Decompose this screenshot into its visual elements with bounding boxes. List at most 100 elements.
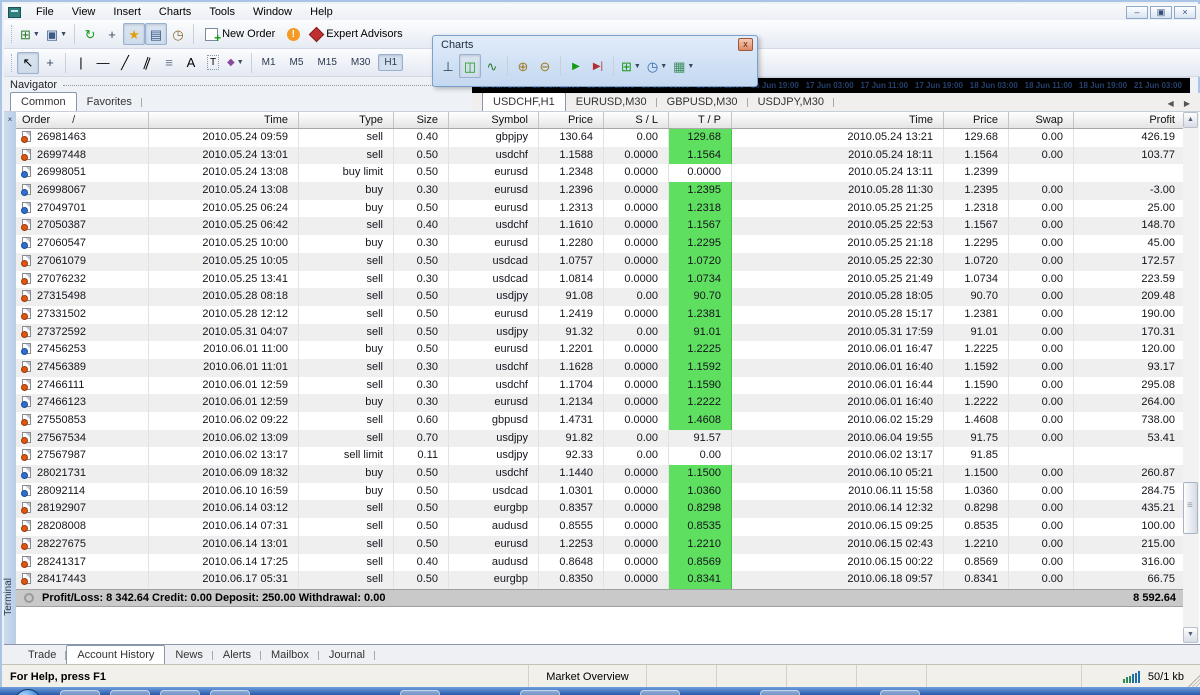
taskbar-button[interactable] (760, 690, 800, 695)
charts-palette-titlebar[interactable]: Charts x (433, 36, 757, 53)
data-window-button[interactable]: + (101, 23, 123, 45)
terminal-tab[interactable]: News (165, 647, 213, 664)
table-row[interactable]: 28241317 2010.06.14 17:25 sell 0.40 audu… (16, 554, 1186, 572)
table-row[interactable]: 27550853 2010.06.02 09:22 sell 0.60 gbpu… (16, 412, 1186, 430)
chart-tab[interactable]: EURUSD,M30 (566, 94, 657, 111)
column-header-type[interactable]: Type (299, 112, 394, 128)
new-chart-button[interactable]: ⊞▼ (17, 23, 43, 45)
chart-tab[interactable]: USDJPY,M30 (748, 94, 834, 111)
text-label-button[interactable]: T (202, 52, 224, 74)
table-row[interactable]: 28092114 2010.06.10 16:59 buy 0.50 usdca… (16, 483, 1186, 501)
table-row[interactable]: 27466111 2010.06.01 12:59 sell 0.30 usdc… (16, 377, 1186, 395)
table-row[interactable]: 27456389 2010.06.01 11:01 sell 0.30 usdc… (16, 359, 1186, 377)
chart-tab[interactable]: USDCHF,H1 (482, 92, 566, 111)
metaeditor-button[interactable]: ! (282, 23, 304, 45)
table-row[interactable]: 27456253 2010.06.01 11:00 buy 0.50 eurus… (16, 341, 1186, 359)
text-tool-button[interactable]: A (180, 52, 202, 74)
toolbar-grip[interactable] (11, 25, 14, 43)
market-watch-button[interactable]: ↻ (79, 23, 101, 45)
arrows-tool-button[interactable]: ◆▼ (224, 52, 247, 74)
column-header-profit[interactable]: Profit (1074, 112, 1186, 128)
column-header-symbol[interactable]: Symbol (449, 112, 539, 128)
fibonacci-button[interactable]: ≡ (158, 52, 180, 74)
taskbar-button[interactable] (520, 690, 560, 695)
timeframe-button[interactable]: M30 (345, 54, 376, 71)
table-row[interactable]: 26998067 2010.05.24 13:08 buy 0.30 eurus… (16, 182, 1186, 200)
menu-item[interactable]: Charts (150, 5, 200, 19)
vertical-line-button[interactable]: | (70, 52, 92, 74)
column-header-size[interactable]: Size (394, 112, 449, 128)
candlestick-button[interactable]: ◫ (459, 54, 481, 78)
table-row[interactable]: 27567534 2010.06.02 13:09 sell 0.70 usdj… (16, 430, 1186, 448)
charts-palette[interactable]: Charts x ⊥ ◫ ∿ ⊕ ⊖ ▶ ▶| ⊞▼ ◷▼ ▦▼ (432, 35, 758, 87)
profiles-button[interactable]: ▣▼ (43, 23, 70, 45)
scroll-up-icon[interactable]: ▲ (1183, 112, 1198, 128)
terminal-tab[interactable]: Mailbox (261, 647, 319, 664)
table-row[interactable]: 27567987 2010.06.02 13:17 sell limit 0.1… (16, 447, 1186, 465)
auto-scroll-button[interactable]: ▶ (565, 54, 587, 78)
terminal-tab[interactable]: Journal (319, 647, 375, 664)
cursor-tool-button[interactable]: ↖ (17, 52, 39, 74)
templates-button[interactable]: ▦▼ (670, 54, 697, 78)
restore-button[interactable]: ▣ (1150, 6, 1172, 19)
column-header-close-time[interactable]: Time (732, 112, 944, 128)
taskbar-button[interactable] (210, 690, 250, 695)
column-header-order[interactable]: Order / (16, 112, 149, 128)
scrollbar-thumb[interactable] (1183, 482, 1198, 534)
chart-shift-button[interactable]: ▶| (587, 54, 609, 78)
new-order-button[interactable]: New Order (198, 25, 282, 44)
column-header-open-time[interactable]: Time (149, 112, 299, 128)
minimize-button[interactable]: – (1126, 6, 1148, 19)
close-button[interactable]: × (1174, 6, 1196, 19)
line-chart-button[interactable]: ∿ (481, 54, 503, 78)
table-row[interactable]: 27076232 2010.05.25 13:41 sell 0.30 usdc… (16, 271, 1186, 289)
taskbar-button[interactable] (160, 690, 200, 695)
strategy-tester-button[interactable]: ◷ (167, 23, 189, 45)
zoom-in-button[interactable]: ⊕ (512, 54, 534, 78)
table-row[interactable]: 27466123 2010.06.01 12:59 buy 0.30 eurus… (16, 394, 1186, 412)
trendline-button[interactable]: ╱ (114, 52, 136, 74)
column-header-open-price[interactable]: Price (539, 112, 604, 128)
tab-scroll-arrows[interactable]: ◀ ▶ (1167, 99, 1200, 111)
table-row[interactable]: 28208008 2010.06.14 07:31 sell 0.50 audu… (16, 518, 1186, 536)
navigator-tab[interactable]: Favorites (77, 94, 142, 111)
table-row[interactable]: 28021731 2010.06.09 18:32 buy 0.50 usdch… (16, 465, 1186, 483)
taskbar-button[interactable] (640, 690, 680, 695)
timeframe-button[interactable]: H1 (378, 54, 403, 71)
column-header-swap[interactable]: Swap (1009, 112, 1074, 128)
terminal-tab[interactable]: Account History (66, 645, 165, 664)
timeframe-button[interactable]: M15 (311, 54, 342, 71)
chart-tab[interactable]: GBPUSD,M30 (657, 94, 748, 111)
menu-item[interactable]: Tools (200, 5, 244, 19)
horizontal-line-button[interactable]: — (92, 52, 114, 74)
terminal-close-icon[interactable]: × (5, 115, 15, 125)
vertical-scrollbar[interactable]: ▲ ▼ (1183, 112, 1199, 643)
menu-item[interactable]: File (27, 5, 63, 19)
table-row[interactable]: 28227675 2010.06.14 13:01 sell 0.50 euru… (16, 536, 1186, 554)
table-row[interactable]: 28417443 2010.06.17 05:31 sell 0.50 eurg… (16, 571, 1186, 589)
table-row[interactable]: 27049701 2010.05.25 06:24 buy 0.50 eurus… (16, 200, 1186, 218)
toolbar-grip[interactable] (11, 54, 14, 72)
timeframe-button[interactable]: M1 (256, 54, 282, 71)
taskbar-button[interactable] (880, 690, 920, 695)
terminal-tab[interactable]: Alerts (213, 647, 261, 664)
menu-item[interactable]: Insert (104, 5, 150, 19)
table-row[interactable]: 26997448 2010.05.24 13:01 sell 0.50 usdc… (16, 147, 1186, 165)
table-row[interactable]: 26981463 2010.05.24 09:59 sell 0.40 gbpj… (16, 129, 1186, 147)
table-row[interactable]: 26998051 2010.05.24 13:08 buy limit 0.50… (16, 164, 1186, 182)
timeframe-button[interactable]: M5 (284, 54, 310, 71)
menu-item[interactable]: Window (244, 5, 301, 19)
column-header-tp[interactable]: T / P (669, 112, 732, 128)
charts-palette-close-icon[interactable]: x (738, 38, 753, 51)
table-row[interactable]: 27331502 2010.05.28 12:12 sell 0.50 euru… (16, 306, 1186, 324)
terminal-tab[interactable]: Trade (18, 647, 66, 664)
palette-new-chart-button[interactable]: ⊞▼ (618, 54, 644, 78)
start-button[interactable] (14, 689, 42, 695)
column-header-close-price[interactable]: Price (944, 112, 1009, 128)
menu-item[interactable]: View (63, 5, 105, 19)
taskbar-button[interactable] (60, 690, 100, 695)
table-row[interactable]: 27060547 2010.05.25 10:00 buy 0.30 eurus… (16, 235, 1186, 253)
channel-button[interactable]: ∥ (136, 52, 158, 74)
periods-button[interactable]: ◷▼ (644, 54, 670, 78)
taskbar-button[interactable] (110, 690, 150, 695)
